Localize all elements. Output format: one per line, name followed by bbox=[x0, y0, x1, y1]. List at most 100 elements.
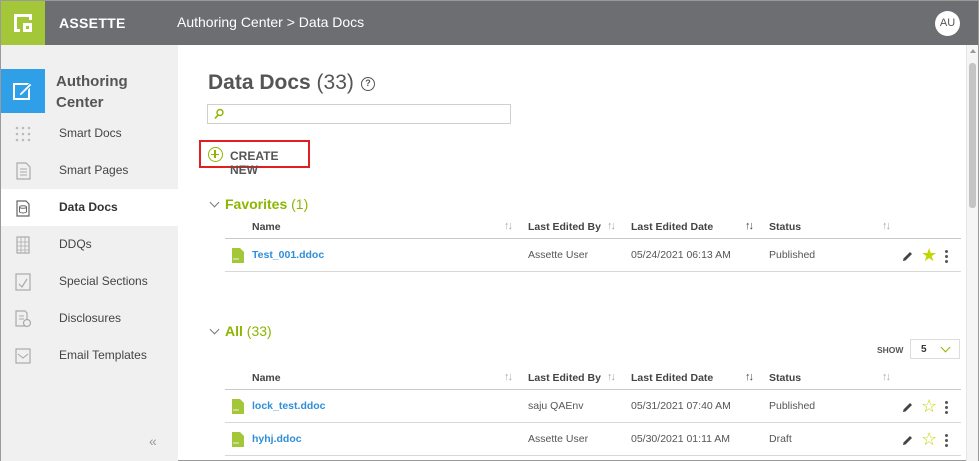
grid-dots-icon bbox=[15, 126, 31, 142]
sort-icon[interactable]: ↑↓ bbox=[607, 371, 616, 383]
csv-file-icon: csv bbox=[232, 399, 244, 414]
favorite-star-outline-icon[interactable]: ☆ bbox=[921, 430, 937, 448]
sidebar-title: Authoring Center bbox=[56, 73, 128, 111]
scrollbar-thumb[interactable] bbox=[969, 63, 976, 208]
column-header-status[interactable]: Status bbox=[769, 372, 801, 384]
edit-icon[interactable] bbox=[901, 401, 914, 414]
row-divider bbox=[225, 422, 961, 423]
email-template-icon bbox=[15, 348, 31, 364]
sidebar-item-ddqs[interactable]: DDQs bbox=[1, 226, 178, 263]
chevron-down-icon[interactable] bbox=[209, 197, 220, 208]
file-icon-label: csv bbox=[233, 256, 239, 261]
column-header-status[interactable]: Status bbox=[769, 221, 801, 233]
sidebar-item-smart-pages[interactable]: Smart Pages bbox=[1, 152, 178, 189]
user-avatar[interactable]: AU bbox=[935, 11, 960, 36]
authoring-center-icon bbox=[1, 69, 45, 113]
last-edited-by: saju QAEnv bbox=[528, 400, 584, 412]
last-edited-date: 05/31/2021 07:40 AM bbox=[631, 400, 731, 412]
page-title: Data Docs (33) bbox=[208, 71, 354, 95]
row-divider bbox=[225, 271, 961, 272]
last-edited-by: Assette User bbox=[528, 433, 589, 445]
top-bar: ASSETTE Authoring Center > Data Docs AU bbox=[1, 1, 978, 45]
brand-name: ASSETTE bbox=[59, 15, 126, 31]
sort-icon[interactable]: ↑↓ bbox=[882, 371, 891, 383]
sidebar-item-label: DDQs bbox=[59, 237, 92, 251]
sidebar-item-data-docs[interactable]: Data Docs bbox=[1, 189, 178, 226]
search-icon bbox=[214, 108, 224, 120]
sidebar-item-label: Disclosures bbox=[59, 311, 122, 325]
assette-logo[interactable] bbox=[1, 1, 45, 45]
table-header-divider bbox=[225, 238, 961, 239]
show-label: SHOW bbox=[877, 345, 904, 355]
all-title: All bbox=[225, 323, 243, 339]
sidebar-item-disclosures[interactable]: Disclosures bbox=[1, 300, 178, 337]
column-header-name[interactable]: Name bbox=[252, 221, 281, 233]
chevron-down-icon[interactable] bbox=[209, 324, 220, 335]
table-header-divider bbox=[225, 389, 961, 390]
favorites-count: (1) bbox=[291, 196, 309, 212]
plus-circle-icon bbox=[208, 147, 223, 162]
disclosure-icon bbox=[15, 310, 32, 328]
all-count: (33) bbox=[246, 323, 272, 339]
sort-active-icon[interactable]: ↑↓ bbox=[745, 371, 754, 383]
more-options-icon[interactable] bbox=[945, 434, 948, 447]
csv-file-icon: csv bbox=[232, 432, 244, 447]
all-section-title[interactable]: All (33) bbox=[225, 323, 272, 339]
sidebar-item-label: Data Docs bbox=[59, 200, 118, 214]
sidebar: Authoring Center Smart Docs Smart Pages … bbox=[1, 45, 178, 461]
column-header-name[interactable]: Name bbox=[252, 372, 281, 384]
chevron-down-icon bbox=[940, 342, 951, 353]
sidebar-item-special-sections[interactable]: Special Sections bbox=[1, 263, 178, 300]
favorite-star-outline-icon[interactable]: ☆ bbox=[921, 397, 937, 415]
more-options-icon[interactable] bbox=[945, 401, 948, 414]
page-icon bbox=[16, 162, 31, 180]
status-text: Published bbox=[769, 400, 816, 412]
page-size-select[interactable]: 5 bbox=[910, 339, 960, 359]
vertical-scrollbar[interactable] bbox=[966, 45, 978, 461]
favorites-title: Favorites bbox=[225, 196, 288, 212]
sort-icon[interactable]: ↑↓ bbox=[504, 371, 513, 383]
file-name-link[interactable]: lock_test.ddoc bbox=[252, 400, 326, 412]
special-section-icon bbox=[15, 273, 31, 291]
scroll-up-icon[interactable] bbox=[970, 49, 976, 53]
edit-icon[interactable] bbox=[901, 250, 914, 263]
main-content: Data Docs (33) ? CREATE NEW Favorites (1… bbox=[178, 45, 968, 461]
favorites-section-title[interactable]: Favorites (1) bbox=[225, 196, 308, 212]
file-name-link[interactable]: hyhj.ddoc bbox=[252, 433, 302, 445]
create-new-button[interactable]: CREATE NEW bbox=[199, 140, 310, 177]
sidebar-item-email-templates[interactable]: Email Templates bbox=[1, 337, 178, 374]
file-icon-label: csv bbox=[233, 440, 239, 445]
sidebar-item-label: Special Sections bbox=[59, 274, 148, 288]
sidebar-item-label: Smart Docs bbox=[59, 126, 122, 140]
page-size-value: 5 bbox=[921, 344, 927, 355]
sidebar-item-smart-docs[interactable]: Smart Docs bbox=[1, 115, 178, 152]
collapse-sidebar-icon[interactable]: « bbox=[149, 433, 157, 449]
page-title-count: (33) bbox=[316, 71, 354, 94]
page-title-text: Data Docs bbox=[208, 71, 311, 94]
sidebar-item-label: Email Templates bbox=[59, 348, 147, 362]
sort-active-icon[interactable]: ↑↓ bbox=[745, 220, 754, 232]
sort-icon[interactable]: ↑↓ bbox=[504, 220, 513, 232]
data-doc-icon bbox=[16, 200, 30, 217]
search-input[interactable] bbox=[228, 107, 506, 122]
column-header-last-edited-date[interactable]: Last Edited Date bbox=[631, 221, 713, 233]
more-options-icon[interactable] bbox=[945, 250, 948, 263]
sidebar-item-label: Smart Pages bbox=[59, 163, 129, 177]
csv-file-icon: csv bbox=[232, 248, 244, 263]
column-header-last-edited-by[interactable]: Last Edited By bbox=[528, 372, 601, 384]
help-icon[interactable]: ? bbox=[361, 77, 375, 91]
column-header-last-edited-date[interactable]: Last Edited Date bbox=[631, 372, 713, 384]
sort-icon[interactable]: ↑↓ bbox=[607, 220, 616, 232]
search-box[interactable] bbox=[207, 104, 511, 124]
sort-icon[interactable]: ↑↓ bbox=[882, 220, 891, 232]
edit-icon[interactable] bbox=[901, 434, 914, 447]
row-divider bbox=[225, 455, 961, 456]
favorite-star-icon[interactable]: ★ bbox=[921, 246, 937, 264]
status-text: Published bbox=[769, 249, 816, 261]
ddq-icon bbox=[16, 236, 30, 254]
breadcrumb: Authoring Center > Data Docs bbox=[177, 14, 365, 30]
file-name-link[interactable]: Test_001.ddoc bbox=[252, 249, 324, 261]
last-edited-date: 05/30/2021 01:11 AM bbox=[631, 433, 731, 445]
column-header-last-edited-by[interactable]: Last Edited By bbox=[528, 221, 601, 233]
last-edited-date: 05/24/2021 06:13 AM bbox=[631, 249, 731, 261]
